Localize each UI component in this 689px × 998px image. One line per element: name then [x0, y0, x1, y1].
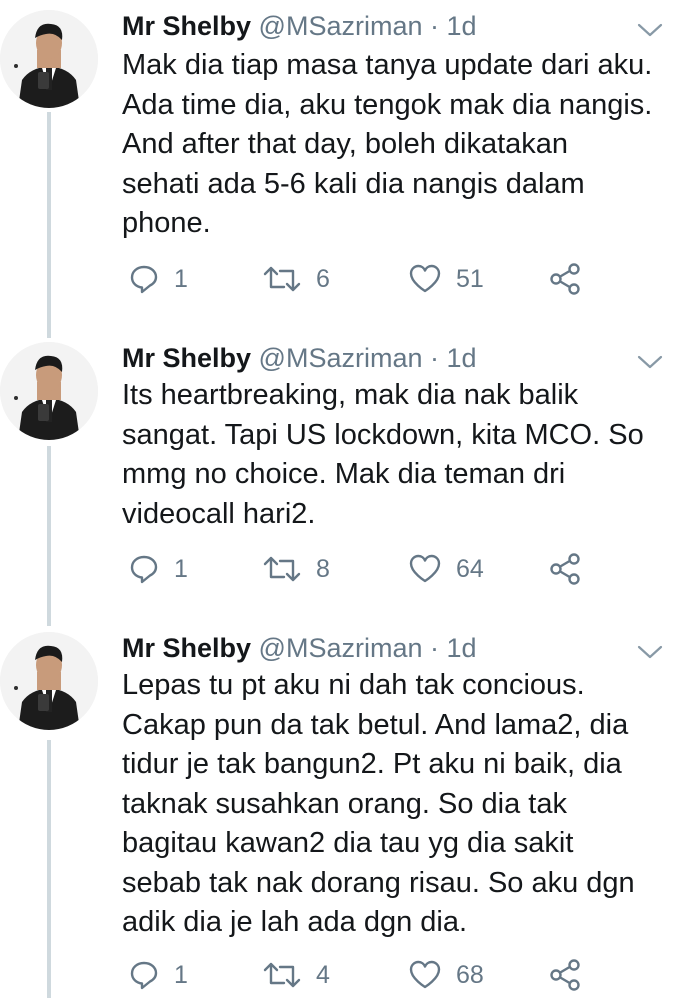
tweet[interactable]: Mr Shelby @MSazriman · 1d Lepas tu pt ak… [0, 622, 689, 998]
chevron-down-icon[interactable] [636, 642, 664, 662]
share-icon [550, 959, 580, 991]
heart-icon [409, 960, 441, 989]
retweet-count: 6 [316, 264, 330, 293]
retweet-icon [263, 556, 301, 582]
like-count: 64 [456, 554, 484, 583]
tweet[interactable]: Mr Shelby @MSazriman · 1d Mak dia tiap m… [0, 0, 689, 330]
chevron-down-icon[interactable] [636, 352, 664, 372]
tweet-text-line: Cakap pun da tak betul. And lama2, dia [122, 708, 629, 741]
avatar-photo [0, 342, 98, 440]
reply-icon [130, 555, 158, 584]
tweet-text-line: Its heartbreaking, mak dia nak balik [122, 379, 579, 411]
tweet-text-line: Mak dia tiap masa tanya update dari aku. [122, 49, 653, 81]
timestamp[interactable]: 1d [447, 343, 477, 373]
tweet-text-line: And after that day, boleh dikatakan [122, 128, 569, 160]
like-button[interactable]: 64 [408, 552, 484, 586]
avatar[interactable] [0, 342, 98, 440]
tweet-text-line: phone. [122, 207, 211, 239]
tweet-text-line: adik dia je lah ada dgn dia. [122, 906, 468, 938]
display-name[interactable]: Mr Shelby [122, 11, 251, 41]
avatar[interactable] [0, 10, 98, 108]
like-count: 68 [456, 960, 484, 989]
reply-button[interactable]: 1 [128, 958, 188, 992]
tweet-text-line: videocall hari2. [122, 497, 316, 530]
username[interactable]: @MSazriman [259, 343, 423, 373]
retweet-button[interactable]: 4 [262, 958, 330, 992]
avatar-photo [0, 632, 98, 730]
tweet-header: Mr Shelby @MSazriman · 1d [122, 630, 477, 666]
retweet-button[interactable]: 6 [262, 262, 330, 296]
tweet-text-line: sehati ada 5-6 kali dia nangis dalam [122, 167, 585, 200]
tweet-text: Lepas tu pt aku ni dah tak concious. Cak… [122, 666, 682, 943]
tweet-text: Mak dia tiap masa tanya update dari aku.… [122, 46, 682, 244]
display-name[interactable]: Mr Shelby [122, 343, 251, 373]
tweet-text-line: sangat. Tapi US lockdown, kita MCO. So [122, 418, 644, 451]
reply-icon [130, 265, 158, 294]
timestamp[interactable]: 1d [447, 633, 477, 663]
chevron-down-icon[interactable] [636, 20, 664, 40]
tweet-text-line: sebab tak nak dorang risau. So aku dgn [122, 866, 635, 899]
reply-button[interactable]: 1 [128, 262, 188, 296]
retweet-icon [263, 962, 301, 988]
tweet-text-line: bagitau kawan2 dia tau yg dia sakit [122, 827, 574, 859]
retweet-count: 8 [316, 554, 330, 583]
separator-dot: · [430, 343, 440, 373]
retweet-icon [263, 266, 301, 292]
tweet[interactable]: Mr Shelby @MSazriman · 1d Its heartbreak… [0, 332, 689, 622]
tweet-text-line: taknak susahkan orang. So dia tak [122, 787, 567, 820]
share-button[interactable] [548, 958, 582, 992]
tweet-text-line: tidur je tak bangun2. Pt aku ni baik, di… [122, 748, 622, 780]
reply-count: 1 [174, 960, 188, 989]
tweet-text: Its heartbreaking, mak dia nak balik san… [122, 376, 682, 534]
retweet-count: 4 [316, 960, 330, 989]
share-button[interactable] [548, 262, 582, 296]
display-name[interactable]: Mr Shelby [122, 633, 251, 663]
tweet-text-line: mmg no choice. Mak dia teman dri [122, 458, 566, 490]
tweet-header: Mr Shelby @MSazriman · 1d [122, 8, 477, 44]
username[interactable]: @MSazriman [259, 633, 423, 663]
avatar[interactable] [0, 632, 98, 730]
timestamp[interactable]: 1d [447, 11, 477, 41]
tweet-text-line: Lepas tu pt aku ni dah tak concious. [122, 669, 585, 701]
heart-icon [409, 264, 441, 293]
heart-icon [409, 554, 441, 583]
like-count: 51 [456, 264, 484, 293]
separator-dot: · [430, 11, 440, 41]
share-button[interactable] [548, 552, 582, 586]
retweet-button[interactable]: 8 [262, 552, 330, 586]
reply-button[interactable]: 1 [128, 552, 188, 586]
share-icon [550, 263, 580, 295]
avatar-photo [0, 10, 98, 108]
like-button[interactable]: 68 [408, 958, 484, 992]
tweet-text-line: Ada time dia, aku tengok mak dia nangis. [122, 88, 653, 121]
reply-count: 1 [174, 264, 188, 293]
separator-dot: · [430, 633, 440, 663]
like-button[interactable]: 51 [408, 262, 484, 296]
tweet-header: Mr Shelby @MSazriman · 1d [122, 340, 477, 376]
share-icon [550, 553, 580, 585]
reply-count: 1 [174, 554, 188, 583]
reply-icon [130, 961, 158, 990]
username[interactable]: @MSazriman [259, 11, 423, 41]
